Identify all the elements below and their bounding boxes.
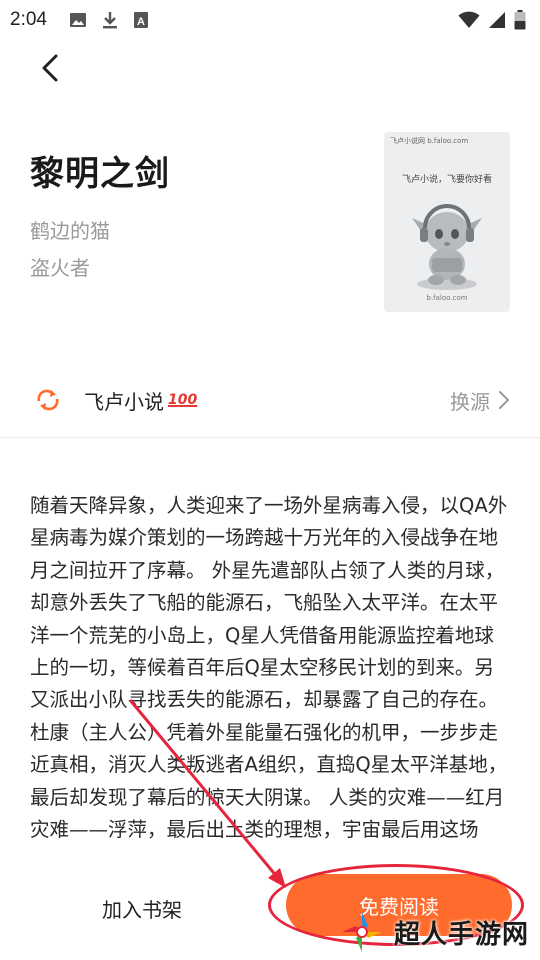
source-row[interactable]: 飞卢小说 100 换源 <box>0 372 540 428</box>
status-time: 2:04 <box>10 9 47 30</box>
book-narrator: 盗火者 <box>30 256 90 280</box>
watermark: 超人手游网 <box>338 904 538 960</box>
chevron-right-icon <box>499 391 510 409</box>
divider <box>0 437 540 438</box>
watermark-text: 超人手游网 <box>394 919 530 950</box>
image-icon <box>69 13 86 27</box>
cover-mascot-image <box>412 204 482 290</box>
book-synopsis: 随着天降异象，人类迎来了一场外星病毒入侵，以QA外星病毒为媒介策划的一场跨越十万… <box>30 494 508 842</box>
svg-text:A: A <box>137 16 145 28</box>
cover-tagline: 飞卢小说，飞要你好看 <box>401 175 492 185</box>
back-button[interactable] <box>32 50 68 86</box>
signal-icon <box>489 12 505 28</box>
wifi-icon <box>458 11 480 28</box>
hundred-points-badge: 100 <box>168 392 198 408</box>
book-cover: 飞卢小说网 b.faloo.com 飞卢小说，飞要你好看 b.faloo.com <box>384 132 510 312</box>
book-title: 黎明之剑 <box>30 154 170 194</box>
refresh-arrows-icon <box>34 386 62 414</box>
system-icons <box>458 10 526 30</box>
a-box-icon: A <box>133 12 148 28</box>
cover-url: b.faloo.com <box>426 294 468 302</box>
chevron-left-icon <box>42 54 58 82</box>
watermark-logo-icon <box>342 912 382 952</box>
cover-logo: 飞卢小说网 b.faloo.com <box>390 137 469 145</box>
add-to-shelf-button[interactable]: 加入书架 <box>62 886 222 930</box>
battery-icon <box>514 10 526 30</box>
source-name: 飞卢小说 <box>84 389 164 414</box>
status-bar: 2:04 A <box>0 0 540 40</box>
book-author[interactable]: 鹤边的猫 <box>30 215 110 244</box>
download-icon <box>102 12 117 29</box>
notification-icons: A <box>69 10 149 30</box>
switch-source-label[interactable]: 换源 <box>450 386 490 415</box>
